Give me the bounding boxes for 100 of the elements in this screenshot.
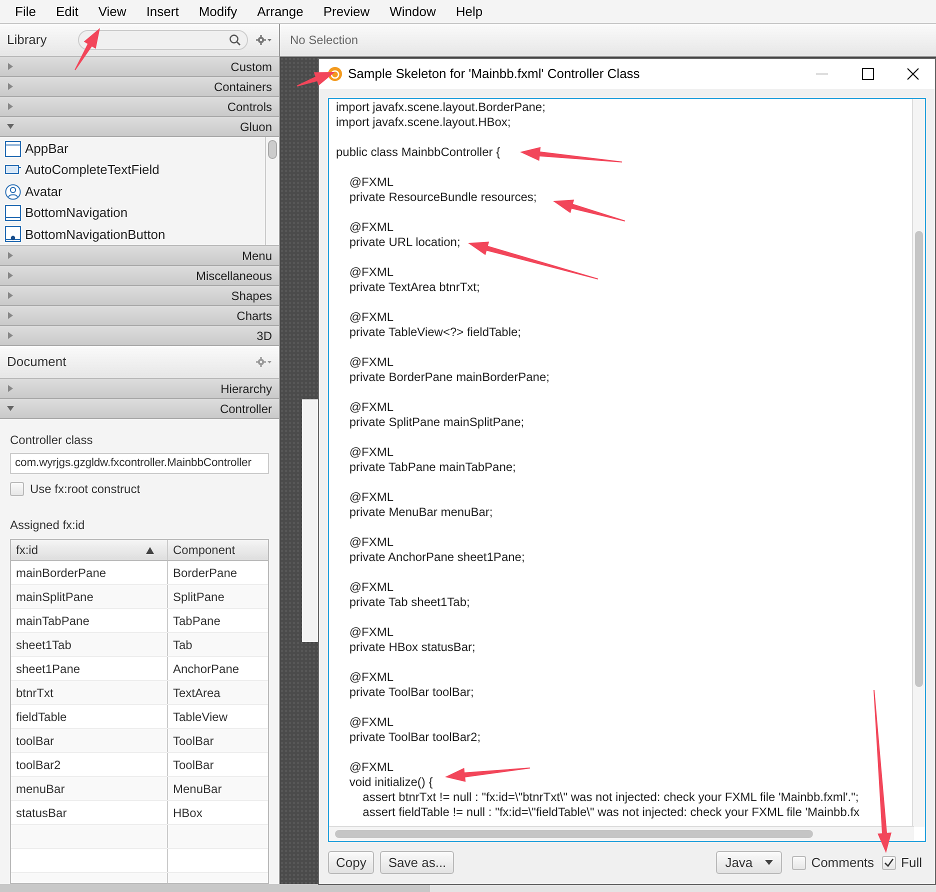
horizontal-scrollbar[interactable]	[0, 884, 430, 892]
section-header[interactable]: Hierarchy	[0, 379, 279, 399]
expand-arrow-icon	[7, 385, 14, 392]
minimize-icon[interactable]	[816, 73, 828, 75]
library-item[interactable]: BottomNavigationButton	[0, 224, 264, 245]
section-label: Assigned fx:id	[10, 517, 86, 534]
section-header[interactable]: 3D	[0, 326, 279, 346]
checked-checkbox[interactable]	[882, 856, 896, 870]
horizontal-scrollbar[interactable]	[329, 826, 914, 841]
table-cell: fieldTable	[11, 705, 168, 728]
menu-item[interactable]: Window	[382, 2, 443, 22]
code-line: private TextArea btnrTxt;	[348, 280, 480, 295]
settings-icon[interactable]	[256, 357, 272, 367]
code-line: import javafx.scene.layout.BorderPane;	[336, 100, 546, 115]
collapse-arrow-icon	[7, 123, 14, 130]
menu-item[interactable]: Edit	[48, 2, 86, 22]
component-icon	[5, 204, 21, 221]
library-item[interactable]: BottomNavigation	[0, 202, 264, 224]
code-line: @FXML	[348, 670, 394, 685]
checkbox[interactable]	[792, 856, 806, 870]
code-line: private AnchorPane sheet1Pane;	[348, 550, 525, 565]
code-line: private SplitPane mainSplitPane;	[348, 415, 524, 430]
code-line: @FXML	[348, 625, 394, 640]
expand-arrow-icon	[7, 272, 14, 279]
code-line: @FXML	[348, 580, 394, 595]
table-cell-text: SplitPane	[172, 588, 226, 606]
checkbox[interactable]	[10, 482, 24, 496]
section-header[interactable]: Gluon	[0, 117, 279, 137]
code-line: private ToolBar toolBar2;	[348, 730, 481, 745]
section-header[interactable]: Containers	[0, 77, 279, 97]
code-line: private BorderPane mainBorderPane;	[348, 370, 550, 385]
table-cell-text: Tab	[172, 636, 194, 654]
library-item[interactable]: AutoCompleteTextField	[0, 159, 264, 181]
code-line: @FXML	[348, 445, 394, 460]
table-cell: mainBorderPane	[11, 561, 168, 584]
table-cell: toolBar	[11, 729, 168, 752]
expand-arrow-icon	[7, 83, 14, 90]
menu-item[interactable]: View	[91, 2, 134, 22]
window-title: Sample Skeleton for 'Mainbb.fxml' Controller Class	[348, 65, 640, 84]
dialog-button[interactable]: Save as...	[380, 851, 454, 874]
menu-item[interactable]: Help	[448, 2, 490, 22]
code-line: import javafx.scene.layout.HBox;	[336, 115, 511, 130]
menu-item[interactable]: Arrange	[250, 2, 310, 22]
component-icon	[5, 140, 21, 157]
code-line: private HBox statusBar;	[348, 640, 476, 655]
table-cell: menuBar	[11, 777, 168, 800]
section-header[interactable]: Controls	[0, 97, 279, 117]
code-line: @FXML	[348, 400, 394, 415]
menu-item[interactable]: Modify	[192, 2, 244, 22]
menu-item[interactable]: File	[8, 2, 43, 22]
section-header[interactable]: Shapes	[0, 286, 279, 306]
maximize-icon[interactable]	[862, 68, 874, 80]
menu-item[interactable]: Preview	[316, 2, 377, 22]
search-field[interactable]	[78, 30, 248, 50]
code-line: @FXML	[348, 490, 394, 505]
expand-arrow-icon	[7, 252, 14, 259]
section-header[interactable]: Miscellaneous	[0, 266, 279, 286]
vertical-scrollbar[interactable]	[265, 137, 279, 245]
vertical-scrollbar[interactable]	[912, 99, 925, 827]
code-line: private TabPane mainTabPane;	[348, 460, 516, 475]
close-icon[interactable]	[907, 68, 919, 80]
table-cell: mainSplitPane	[11, 585, 168, 608]
annotation-arrow	[74, 28, 100, 70]
section-header[interactable]: Menu	[0, 246, 279, 266]
annotation-arrow	[296, 72, 335, 86]
component-icon	[5, 226, 21, 242]
section-header[interactable]: Controller	[0, 399, 279, 419]
code-line: @FXML	[348, 220, 394, 235]
language-dropdown[interactable]: Java	[716, 851, 782, 874]
settings-icon[interactable]	[256, 35, 272, 45]
code-line: @FXML	[348, 310, 394, 325]
dialog-button[interactable]: Copy	[328, 851, 374, 874]
library-item[interactable]: AppBar	[0, 138, 264, 160]
section-header[interactable]: Custom	[0, 57, 279, 77]
code-line: @FXML	[348, 715, 394, 730]
checkbox-label: Full	[901, 854, 922, 872]
code-line: assert btnrTxt != null : "fx:id=\"btnrTxt\" was not injected: check your FXML file 'Mainbb.fxml'.";	[362, 790, 859, 805]
column-header[interactable]: Component	[168, 540, 268, 560]
component-icon	[5, 184, 21, 200]
panel-title: Library	[7, 31, 47, 50]
table-cell-text: AnchorPane	[172, 660, 240, 678]
checkbox-label: Use fx:root construct	[30, 481, 140, 498]
table-cell-text: TabPane	[172, 612, 222, 630]
table-cell: statusBar	[11, 801, 168, 824]
expand-arrow-icon	[7, 332, 14, 339]
code-line: @FXML	[348, 535, 394, 550]
table-cell-text: HBox	[172, 804, 204, 822]
column-header[interactable]: fx:id	[11, 540, 168, 560]
menu-item[interactable]: Insert	[139, 2, 186, 22]
table-cell-text: MenuBar	[172, 780, 223, 798]
section-header[interactable]: Charts	[0, 306, 279, 326]
code-line: public class MainbbController {	[336, 145, 500, 160]
code-line: @FXML	[348, 355, 394, 370]
controller-class-field[interactable]: com.wyrjgs.gzgldw.fxcontroller.MainbbController	[10, 453, 269, 474]
checkbox-label: Comments	[811, 854, 874, 872]
panel-title: Document	[7, 353, 66, 372]
code-line: assert fieldTable != null : "fx:id=\"fieldTable\" was not injected: check your FXML file 'Mainbb.fx	[362, 805, 860, 820]
library-item[interactable]: Avatar	[0, 180, 264, 202]
table-cell-text: BorderPane	[172, 564, 238, 582]
collapse-arrow-icon	[7, 405, 14, 412]
